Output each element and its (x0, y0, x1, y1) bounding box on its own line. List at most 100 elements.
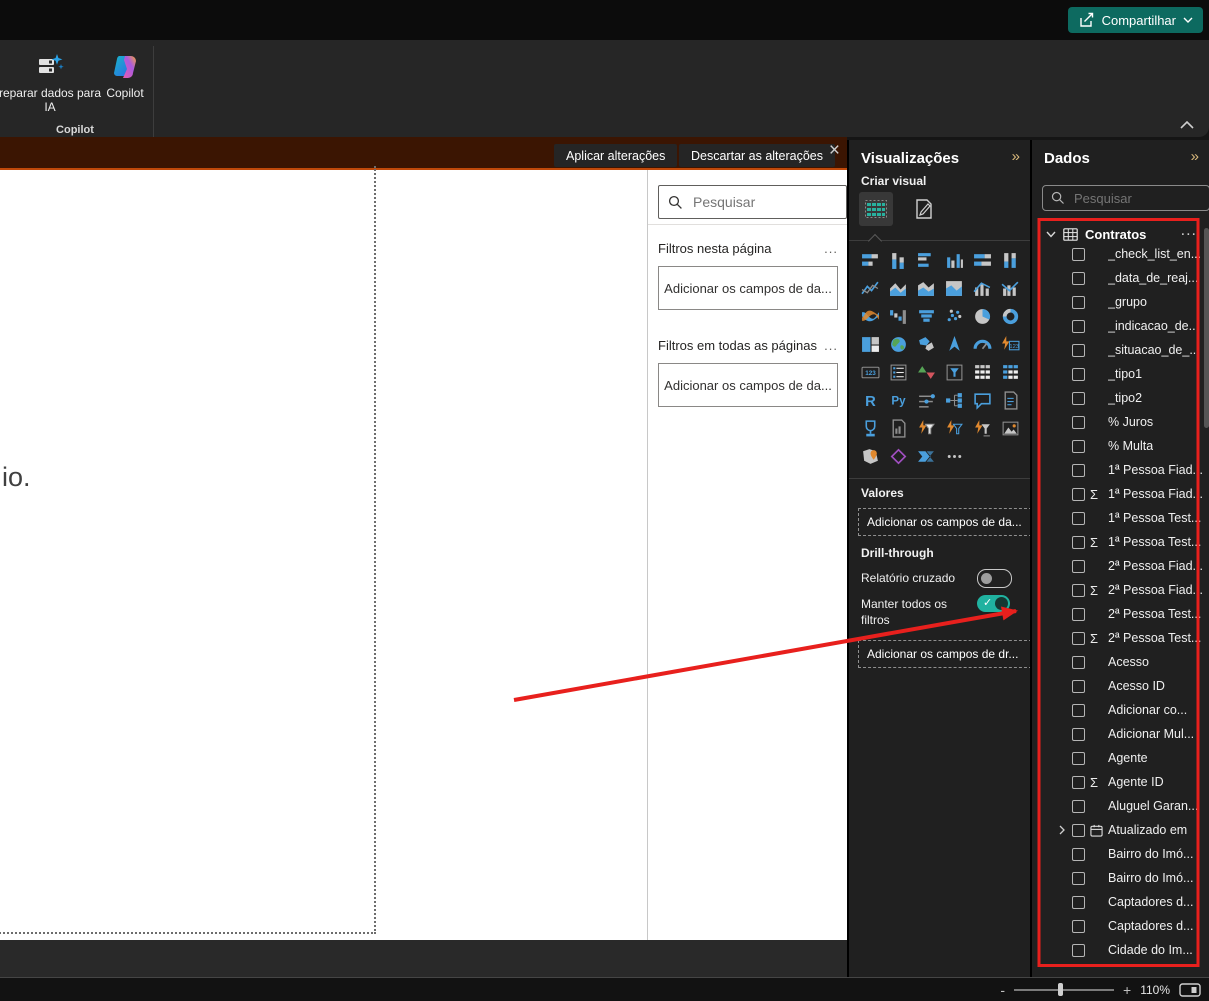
slicer-new-icon[interactable] (912, 386, 940, 414)
field-item[interactable]: _data_de_reaj... (1032, 266, 1209, 290)
share-button[interactable]: Compartilhar (1067, 7, 1203, 33)
filled-map-icon[interactable] (912, 330, 940, 358)
treemap-icon[interactable] (856, 330, 884, 358)
funnel-chart-icon[interactable] (912, 302, 940, 330)
100-stacked-bar-chart-icon[interactable] (968, 246, 996, 274)
copilot-button[interactable]: Copilot (100, 45, 150, 121)
keep-filters-toggle[interactable]: ✓ (977, 595, 1010, 612)
filters-all-pages-dropzone[interactable]: Adicionar os campos de da... (658, 363, 838, 407)
field-item[interactable]: Σ 2ª Pessoa Test... (1032, 626, 1209, 650)
field-checkbox[interactable] (1072, 751, 1085, 765)
field-item[interactable]: Aluguel Garan... (1032, 794, 1209, 818)
preview-visual-3-icon[interactable] (968, 414, 996, 442)
field-checkbox[interactable] (1072, 727, 1085, 741)
field-checkbox[interactable] (1072, 583, 1085, 597)
matrix-icon[interactable] (996, 358, 1024, 386)
field-item[interactable]: Adicionar co... (1032, 698, 1209, 722)
line-and-stacked-column-chart-icon[interactable] (968, 274, 996, 302)
field-item[interactable]: _tipo2 (1032, 386, 1209, 410)
field-item[interactable]: Bairro do Imó... (1032, 842, 1209, 866)
field-item[interactable]: Agente (1032, 746, 1209, 770)
slicer-icon[interactable] (940, 358, 968, 386)
field-checkbox[interactable] (1072, 775, 1085, 789)
field-checkbox[interactable] (1072, 823, 1085, 837)
filters-search[interactable] (658, 185, 847, 219)
paginated-report-icon[interactable] (884, 414, 912, 442)
stacked-area-chart-icon[interactable] (912, 274, 940, 302)
field-item[interactable]: _check_list_en... (1032, 242, 1209, 266)
discard-changes-button[interactable]: Descartar as alterações (679, 144, 836, 167)
data-search[interactable] (1042, 185, 1209, 211)
smart-narrative-icon[interactable] (996, 386, 1024, 414)
ribbon-chart-icon[interactable] (856, 302, 884, 330)
donut-chart-icon[interactable] (996, 302, 1024, 330)
area-chart-icon[interactable] (884, 274, 912, 302)
field-item[interactable]: Σ 1ª Pessoa Test... (1032, 530, 1209, 554)
field-checkbox[interactable] (1072, 511, 1085, 525)
card-new-icon[interactable]: 123 (996, 330, 1024, 358)
field-checkbox[interactable] (1072, 367, 1085, 381)
chevron-down-icon[interactable] (1046, 231, 1056, 238)
kpi-icon[interactable] (912, 358, 940, 386)
field-item[interactable]: Atualizado em (1032, 818, 1209, 842)
field-item[interactable]: Σ Agente ID (1032, 770, 1209, 794)
line-chart-icon[interactable] (856, 274, 884, 302)
field-checkbox[interactable] (1072, 295, 1085, 309)
close-banner-icon[interactable]: × (829, 140, 840, 162)
waterfall-chart-icon[interactable] (884, 302, 912, 330)
field-checkbox[interactable] (1072, 415, 1085, 429)
zoom-slider-thumb[interactable] (1058, 982, 1063, 996)
100-stacked-column-chart-icon[interactable] (996, 246, 1024, 274)
field-checkbox[interactable] (1072, 631, 1085, 645)
field-item[interactable]: Acesso (1032, 650, 1209, 674)
scatter-chart-icon[interactable] (940, 302, 968, 330)
field-checkbox[interactable] (1072, 655, 1085, 669)
decomposition-tree-icon[interactable] (940, 386, 968, 414)
100-stacked-area-chart-icon[interactable] (940, 274, 968, 302)
arcgis-map-icon[interactable] (856, 442, 884, 470)
drillthrough-dropzone[interactable]: Adicionar os campos de dr... (858, 640, 1032, 668)
cross-report-toggle[interactable] (977, 569, 1012, 588)
filters-all-pages-more-icon[interactable]: ... (824, 338, 838, 353)
pie-chart-icon[interactable] (968, 302, 996, 330)
apply-changes-button[interactable]: Aplicar alterações (554, 144, 678, 167)
field-checkbox[interactable] (1072, 343, 1085, 357)
field-checkbox[interactable] (1072, 319, 1085, 333)
zoom-out-button[interactable]: - (1000, 982, 1005, 998)
field-item[interactable]: 1ª Pessoa Test... (1032, 506, 1209, 530)
field-item[interactable]: _grupo (1032, 290, 1209, 314)
field-item[interactable]: Captadores d... (1032, 890, 1209, 914)
field-checkbox[interactable] (1072, 847, 1085, 861)
power-apps-icon[interactable] (884, 442, 912, 470)
field-checkbox[interactable] (1072, 799, 1085, 813)
report-canvas[interactable]: io. Filtros nesta página ... Adicionar o… (0, 166, 848, 940)
scrollbar-thumb[interactable] (1204, 228, 1209, 428)
collapse-pane-icon[interactable]: » (1191, 148, 1199, 165)
field-checkbox[interactable] (1072, 463, 1085, 477)
prepare-data-ai-button[interactable]: reparar dados para IA (0, 45, 101, 121)
preview-visual-2-icon[interactable] (940, 414, 968, 442)
stacked-column-chart-icon[interactable] (884, 246, 912, 274)
table-more-icon[interactable]: ... (1181, 222, 1197, 240)
values-dropzone[interactable]: Adicionar os campos de da... (858, 508, 1032, 536)
field-item[interactable]: Bairro do Imó... (1032, 866, 1209, 890)
chevron-right-icon[interactable] (1058, 825, 1066, 835)
field-checkbox[interactable] (1072, 559, 1085, 573)
field-checkbox[interactable] (1072, 391, 1085, 405)
r-script-visual-icon[interactable]: R (856, 386, 884, 414)
field-item[interactable]: Captadores d... (1032, 914, 1209, 938)
field-checkbox[interactable] (1072, 943, 1085, 957)
filters-search-input[interactable] (691, 193, 815, 211)
filters-page-more-icon[interactable]: ... (824, 241, 838, 256)
image-icon[interactable] (996, 414, 1024, 442)
zoom-slider[interactable] (1014, 982, 1114, 996)
fit-to-page-icon[interactable] (1179, 982, 1201, 997)
field-checkbox[interactable] (1072, 271, 1085, 285)
collapse-ribbon-icon[interactable] (1179, 120, 1195, 129)
clustered-column-chart-icon[interactable] (940, 246, 968, 274)
field-item[interactable]: Acesso ID (1032, 674, 1209, 698)
field-item[interactable]: Cidade do Im... (1032, 938, 1209, 962)
card-icon[interactable]: 123 (856, 358, 884, 386)
python-visual-icon[interactable]: Py (884, 386, 912, 414)
field-item[interactable]: Adicionar Mul... (1032, 722, 1209, 746)
